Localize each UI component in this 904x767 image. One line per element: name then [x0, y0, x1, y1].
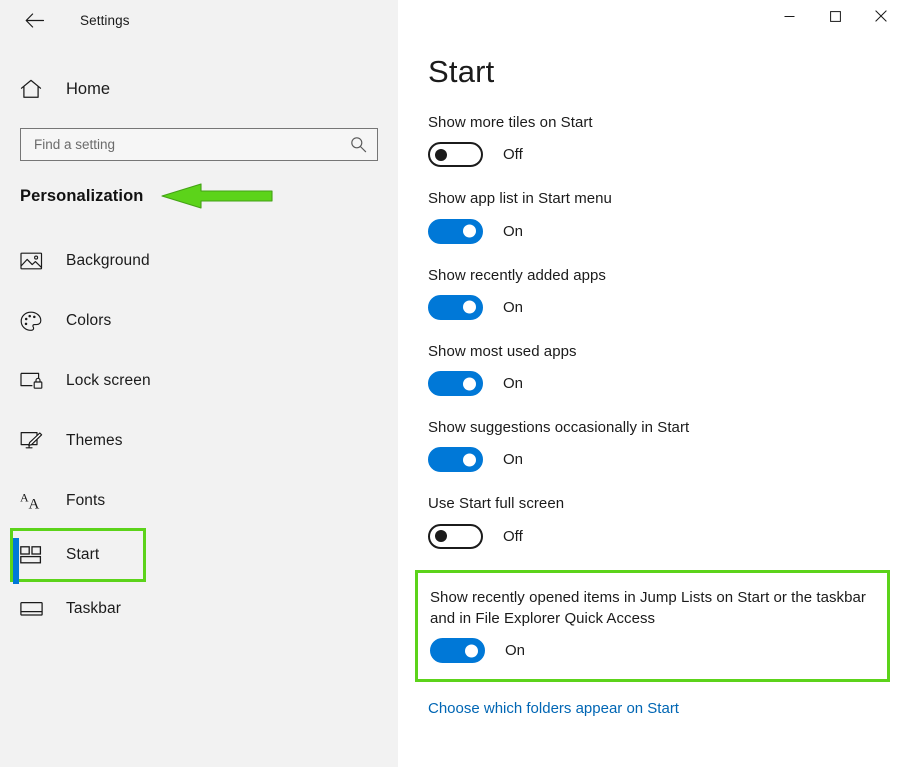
sidebar-nav-list: Background Colors Lock screen Themes A A… [0, 231, 398, 639]
toggle-show-suggestions[interactable] [428, 447, 483, 473]
sidebar-item-taskbar[interactable]: Taskbar [0, 579, 398, 639]
back-button[interactable] [18, 4, 50, 36]
toggle-state-label: On [503, 451, 524, 469]
start-tiles-icon [20, 546, 50, 564]
setting-show-recently-added-apps: Show recently added apps On [398, 265, 904, 320]
setting-label: Show app list in Start menu [428, 190, 612, 208]
sidebar-item-home[interactable]: Home [0, 68, 398, 110]
palette-icon [20, 311, 50, 332]
setting-label: Show more tiles on Start [428, 114, 593, 131]
toggle-state-label: On [503, 375, 524, 393]
left-arrow-annotation-icon [161, 181, 274, 211]
toggle-state-label: On [503, 298, 524, 316]
toggle-row: On [430, 638, 871, 664]
setting-label: Show suggestions occasionally in Start [428, 419, 690, 437]
sidebar-item-fonts[interactable]: A A Fonts [0, 471, 398, 531]
toggle-row: Off [428, 523, 876, 549]
sidebar-item-themes[interactable]: Themes [0, 411, 398, 471]
setting-label: Use Start full screen [428, 495, 565, 513]
sidebar: Settings Home Personalization [0, 0, 398, 767]
toggle-state-label: On [503, 222, 524, 240]
search-input[interactable] [34, 129, 347, 160]
toggle-show-most-used-apps[interactable] [428, 371, 483, 397]
themes-icon [20, 431, 50, 452]
setting-show-recently-opened-items: Show recently opened items in Jump Lists… [415, 569, 890, 683]
close-button[interactable] [858, 0, 904, 32]
sidebar-item-label: Lock screen [66, 372, 151, 389]
sidebar-item-label: Fonts [66, 492, 106, 509]
page-title: Start [428, 54, 495, 89]
window-controls [398, 0, 904, 40]
svg-text:A: A [29, 496, 40, 512]
image-icon [20, 251, 50, 271]
sidebar-item-background[interactable]: Background [0, 231, 398, 291]
toggle-row: On [428, 294, 876, 320]
toggle-state-label: On [505, 642, 526, 660]
choose-folders-link[interactable]: Choose which folders appear on Start [428, 700, 679, 717]
setting-label: Show recently opened items in Jump Lists… [430, 588, 866, 628]
toggle-state-label: Off [503, 527, 523, 545]
setting-show-suggestions: Show suggestions occasionally in Start O… [398, 417, 904, 473]
toggle-row: Off [428, 142, 876, 168]
toggle-row: On [428, 371, 876, 397]
sidebar-item-label: Start [66, 546, 100, 563]
search-box[interactable] [20, 128, 378, 161]
fonts-icon: A A [20, 491, 50, 512]
settings-window: Settings Home Personalization [0, 0, 904, 767]
sidebar-item-label: Colors [66, 312, 112, 329]
app-title: Settings [80, 12, 130, 28]
setting-show-app-list: Show app list in Start menu On [398, 188, 904, 244]
sidebar-item-label: Background [66, 252, 150, 269]
setting-label: Show most used apps [428, 342, 577, 360]
titlebar-left: Settings [0, 0, 398, 40]
category-heading-row: Personalization [0, 183, 398, 209]
main-panel: Start Show more tiles on Start Off Show … [398, 0, 904, 767]
setting-use-start-full-screen: Use Start full screen Off [398, 493, 904, 549]
setting-show-most-used-apps: Show most used apps On [398, 341, 904, 397]
toggle-row: On [428, 218, 876, 244]
toggle-use-start-full-screen[interactable] [428, 523, 483, 549]
search-icon[interactable] [347, 134, 369, 156]
maximize-button[interactable] [812, 0, 858, 32]
toggle-show-recently-opened-items[interactable] [430, 638, 485, 664]
category-title: Personalization [20, 186, 144, 205]
toggle-state-label: Off [503, 146, 523, 164]
settings-list: Show more tiles on Start Off Show app li… [398, 112, 904, 683]
sidebar-item-lock-screen[interactable]: Lock screen [0, 351, 398, 411]
lockscreen-icon [20, 371, 50, 391]
sidebar-item-colors[interactable]: Colors [0, 291, 398, 351]
toggle-show-recently-added-apps[interactable] [428, 294, 483, 320]
taskbar-icon [20, 601, 50, 617]
toggle-row: On [428, 447, 876, 473]
toggle-show-app-list[interactable] [428, 218, 483, 244]
home-icon [20, 79, 54, 99]
minimize-button[interactable] [766, 0, 812, 32]
sidebar-item-home-label: Home [66, 79, 111, 98]
sidebar-item-start[interactable]: Start [10, 528, 146, 584]
sidebar-item-label: Taskbar [66, 600, 121, 617]
toggle-show-more-tiles[interactable] [428, 142, 483, 168]
sidebar-item-label: Themes [66, 432, 123, 449]
setting-show-more-tiles: Show more tiles on Start Off [398, 112, 904, 168]
setting-label: Show recently added apps [428, 266, 606, 284]
